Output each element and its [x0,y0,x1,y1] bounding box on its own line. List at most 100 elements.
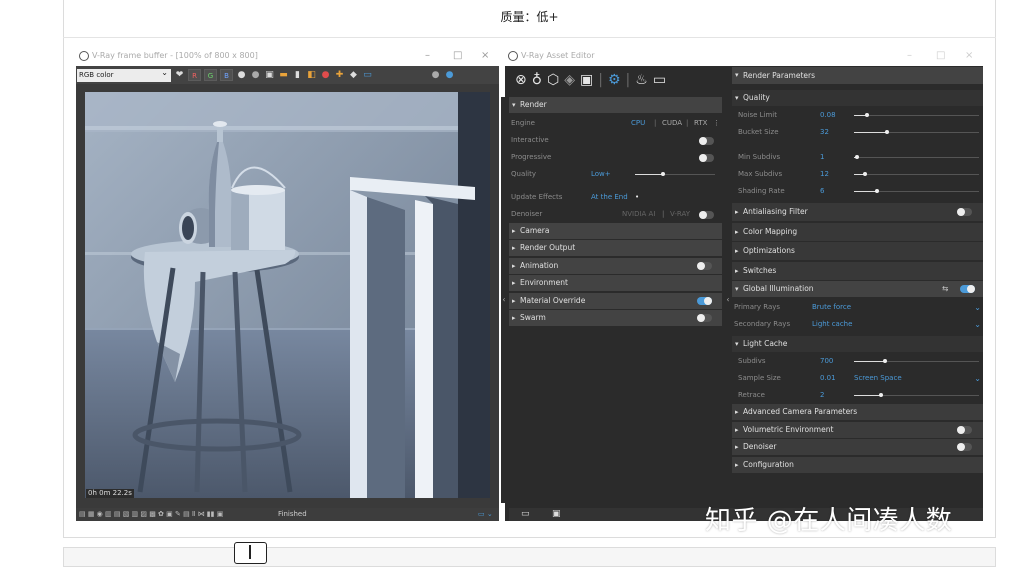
engine-cpu-option[interactable]: CPU [631,115,645,132]
save-image-icon[interactable]: ▣ [264,70,275,81]
grey-circle-icon[interactable]: ● [250,70,261,81]
close-icon[interactable]: × [965,46,973,66]
engine-cuda-option[interactable]: CUDA [662,115,682,132]
save-file-icon[interactable]: ▣ [552,508,561,521]
asset-editor-titlebar: V-Ray Asset Editor – □ × [505,46,983,66]
retrace-slider[interactable] [854,393,979,397]
volumetric-section[interactable]: Volumetric Environment [732,421,983,438]
light-cache-section[interactable]: Light Cache [732,335,983,352]
minimize-icon[interactable]: – [907,46,912,66]
denoiser-section[interactable]: Denoiser [732,439,983,455]
shading-rate-slider[interactable] [854,189,979,193]
sample-size-value[interactable]: 0.01 [820,370,836,387]
shading-rate-row: Shading Rate 6 [732,183,983,200]
stop-render-icon[interactable]: ● [320,70,331,81]
animation-section[interactable]: Animation [509,257,722,274]
open-file-icon[interactable]: ▭ [521,508,530,521]
materials-icon[interactable]: ⊗ [515,71,527,89]
frame-buffer-icon[interactable]: ▭ [653,71,666,89]
gi-toggle[interactable] [960,285,975,293]
bucket-size-value[interactable]: 32 [820,124,829,141]
switches-section[interactable]: Switches [732,261,983,280]
red-channel-button[interactable]: R [188,69,201,81]
min-subdivs-slider[interactable] [854,155,979,159]
region-render-icon[interactable]: ✚ [334,70,345,81]
lights-icon[interactable]: ♁ [532,71,542,89]
render-section-header[interactable]: Render [509,97,722,113]
engine-rtx-option[interactable]: RTX [694,115,707,132]
quality-slider-knob[interactable] [661,171,665,176]
advanced-camera-section[interactable]: Advanced Camera Parameters [732,404,983,420]
history-icon[interactable]: ◧ [306,70,317,81]
teapot-render-icon[interactable]: ♨ [635,71,648,89]
interactive-toggle[interactable] [699,136,714,145]
quality-slider[interactable] [635,171,715,176]
maximize-icon[interactable]: □ [936,46,945,66]
lens-effects-icon[interactable]: ▭ [362,70,373,81]
antialiasing-section[interactable]: Antialiasing Filter [732,203,983,221]
track-mouse-icon[interactable]: ◆ [348,70,359,81]
sample-space-value[interactable]: Screen Space [854,370,902,387]
swarm-section[interactable]: Swarm [509,310,722,326]
white-circle-icon[interactable]: ● [236,70,247,81]
max-subdivs-value[interactable]: 12 [820,166,829,183]
noise-limit-value[interactable]: 0.08 [820,107,836,124]
camera-section[interactable]: Camera [509,222,722,239]
swarm-toggle[interactable] [697,314,712,322]
settings-circle-icon[interactable]: ● [430,70,441,81]
minimize-icon[interactable]: – [425,46,430,66]
bucket-size-slider[interactable] [854,130,979,134]
configuration-section[interactable]: Configuration [732,456,983,473]
gi-section[interactable]: Global Illumination ⇆ [732,281,983,297]
environment-section[interactable]: Environment [509,275,722,291]
denoiser-section-toggle[interactable] [957,443,972,451]
channel-select[interactable]: RGB color [77,66,171,82]
render-output-section[interactable]: Render Output [509,240,722,256]
folder-icon[interactable]: ▬ [278,70,289,81]
material-override-toggle[interactable] [697,296,712,305]
update-effects-value[interactable]: At the End [591,189,628,206]
optimizations-section[interactable]: Optimizations [732,242,983,260]
min-subdivs-value[interactable]: 1 [820,149,824,166]
secondary-rays-value[interactable]: Light cache [812,316,852,333]
retrace-value[interactable]: 2 [820,387,824,404]
blue-channel-button[interactable]: B [220,69,233,81]
shading-rate-value[interactable]: 6 [820,183,824,200]
textures-icon[interactable]: ◈ [564,71,575,89]
subdivs-value[interactable]: 700 [820,353,833,370]
animation-toggle[interactable] [697,261,712,270]
left-splitter-handle[interactable]: ‹ [501,97,507,503]
statusbar-tools-icon[interactable]: ▤ ▦ ◉ ▥ ▤ ▧ ▥ ▨ ▩ ✿ ▣ ✎ ▤ Ⅱ ⋈ ▮▮ ▣ [79,508,223,521]
color-picker-icon[interactable]: ❤ [174,70,185,81]
info-circle-icon[interactable]: ● [444,70,455,81]
render-parameters-header[interactable]: Render Parameters [732,67,983,84]
chevron-down-icon[interactable]: ⌄ [974,370,981,387]
chevron-down-icon[interactable]: ⌄ [974,316,981,333]
antialiasing-toggle[interactable] [957,208,972,216]
maximize-icon[interactable]: □ [453,46,462,66]
max-subdivs-slider[interactable] [854,172,979,176]
subdivs-slider[interactable] [854,359,979,363]
gi-options-icon[interactable]: ⇆ [942,281,948,297]
right-splitter-handle[interactable]: ‹ [725,97,731,503]
clear-icon[interactable]: ▮ [292,70,303,81]
settings-gear-icon[interactable]: ⚙ [608,71,621,89]
volumetric-toggle[interactable] [957,425,972,434]
material-override-section[interactable]: Material Override [509,292,722,309]
color-mapping-section[interactable]: Color Mapping [732,222,983,241]
retrace-label: Retrace [738,391,765,399]
statusbar-expand-icon[interactable]: ▭ ⌄ [478,508,493,521]
primary-rays-value[interactable]: Brute force [812,299,851,316]
denoiser-toggle[interactable] [699,210,714,219]
green-channel-button[interactable]: G [204,69,217,81]
render-elements-icon[interactable]: ▣ [580,71,593,89]
progressive-toggle[interactable] [699,153,714,162]
quality-section-header[interactable]: Quality [732,89,983,106]
noise-limit-slider[interactable] [854,113,979,117]
geometry-icon[interactable]: ⬡ [547,71,559,89]
denoiser-nvidia-option[interactable]: NVIDIA AI [622,206,655,223]
more-options-icon[interactable]: ⋮ [713,115,720,132]
denoiser-vray-option[interactable]: V-RAY [670,206,690,223]
chevron-down-icon[interactable]: ⌄ [974,299,981,316]
close-icon[interactable]: × [481,46,489,66]
